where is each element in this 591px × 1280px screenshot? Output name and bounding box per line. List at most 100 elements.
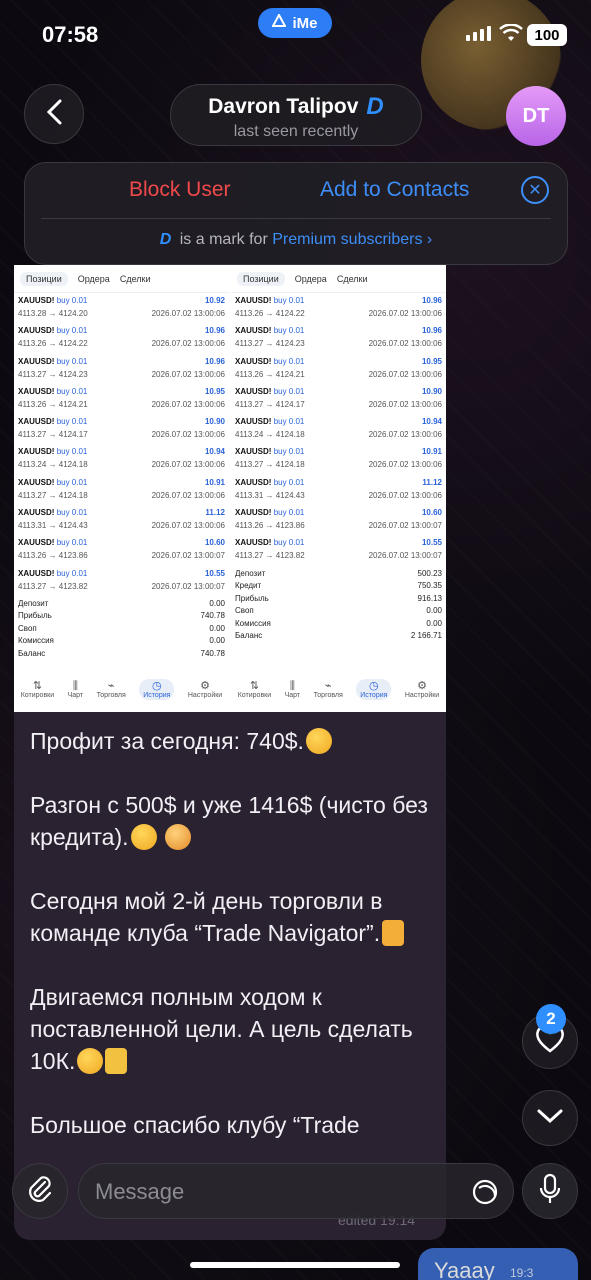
trade-prices: 4113.27 → 4124.23 [235,339,305,349]
chat-title[interactable]: Davron Talipov D last seen recently [170,84,422,146]
back-button[interactable] [24,84,84,144]
sticker-icon[interactable] [471,1178,499,1206]
nav-glyph-icon: ⫼ [289,679,295,692]
smiling-face-emoji-icon [164,824,191,850]
trade-symbol: XAUUSD! [18,356,55,366]
trade-history-screenshot-2[interactable]: Позиции Ордера Сделки XAUUSD! buy 0.01 10.96… [231,265,446,712]
nav-glyph-icon: ◷ [369,679,379,692]
trade-profit: 10.55 [421,538,442,548]
trade-history-screenshot-1[interactable]: Позиции Ордера Сделки XAUUSD! buy 0.01 10.92… [14,265,229,712]
trade-symbol: XAUUSD! [235,447,272,457]
nav-glyph-icon: ◷ [152,679,162,692]
screenshot-bottom-nav: ⇅ Котировки ⫼ Чарт ⌁ Торговля ◷ История ⚙ Настрой… [14,674,229,704]
trade-profit: 10.96 [204,356,225,366]
trade-date: 2026.07.02 13:00:07 [368,551,442,561]
trade-prices: 4113.26 → 4124.22 [18,339,88,349]
trade-row: XAUUSD! buy 0.01 10.91 4113.27 → 4124.18 20… [231,444,446,474]
status-bar: 07:58 iMe 100 [0,0,591,70]
last-seen-status: last seen recently [233,123,359,140]
photo-album[interactable]: Позиции Ордера Сделки XAUUSD! buy 0.01 10.92… [14,265,446,712]
contact-name: Davron Talipov [208,95,359,118]
flexed-biceps-emoji-icon [382,920,405,946]
trade-row: XAUUSD! buy 0.01 10.90 4113.27 → 4124.17 20… [14,414,229,444]
trade-profit: 10.92 [204,296,225,305]
ime-pill[interactable]: iMe [258,8,332,38]
sweat-smile-emoji-icon [130,824,157,850]
trade-row: XAUUSD! buy 0.01 10.94 4113.24 → 4124.18 20… [14,444,229,474]
trade-row: XAUUSD! buy 0.01 11.12 4113.31 → 4124.43 20… [14,505,229,535]
trade-profit: 10.90 [421,386,442,396]
premium-subscribers-link[interactable]: Premium subscribers › [272,231,432,248]
trade-prices: 4113.27 → 4124.18 [18,490,88,500]
message-bubble[interactable]: Позиции Ордера Сделки XAUUSD! buy 0.01 10.92… [14,265,446,1240]
trade-row: XAUUSD! buy 0.01 10.96 4113.26 → 4124.22 20… [231,293,446,323]
trade-date: 2026.07.02 13:00:06 [151,521,225,531]
trade-symbol: XAUUSD! [235,508,272,518]
close-icon[interactable]: ✕ [521,176,549,204]
trade-profit: 10.96 [421,326,442,336]
trade-date: 2026.07.02 13:00:06 [368,399,442,409]
screenshot-tab: Сделки [119,273,151,284]
summary-value: 0.00 [209,636,225,646]
trade-date: 2026.07.02 13:00:06 [151,460,225,470]
trade-symbol: XAUUSD! [18,568,55,578]
message-text: Профит за сегодня: 740$. Разгон с 500$ и… [30,725,430,1173]
trade-prices: 4113.24 → 4124.18 [18,460,88,470]
add-to-contacts-button[interactable]: Add to Contacts [320,178,469,202]
trade-prices: 4113.26 → 4124.21 [18,399,88,409]
trade-symbol: XAUUSD! [235,356,272,366]
message-input[interactable] [95,1164,455,1220]
screenshot-nav-label: История [360,691,388,699]
premium-note[interactable]: D is a mark for Premium subscribers › [25,231,567,249]
trade-symbol: XAUUSD! [18,296,55,305]
screenshot-tab: Позиции [20,271,68,286]
summary-value: 750.35 [417,581,442,591]
screenshot-nav-label: Торговля [313,691,343,699]
scroll-down-button[interactable] [522,1090,578,1146]
screenshot-nav-label: Чарт [67,691,84,699]
trade-symbol: XAUUSD! [18,326,55,336]
screenshot-tabs: Позиции Ордера Сделки [14,265,229,293]
nav-glyph-icon: ⌁ [107,679,115,692]
trade-profit: 10.94 [421,417,442,427]
trade-side: buy 0.01 [56,477,88,487]
screenshot-nav-label: История [143,691,171,699]
message-composer[interactable] [78,1163,514,1220]
summary-label: Своп [235,606,254,616]
screenshot-tab: Ордера [77,273,110,284]
trade-row: XAUUSD! buy 0.01 10.60 4113.26 → 4123.86 20… [231,505,446,535]
trade-side: buy 0.01 [56,386,88,396]
trade-prices: 4113.27 → 4123.82 [235,551,305,561]
message-paragraph: Большое спасибо клубу “Trade [30,1112,360,1138]
trade-row: XAUUSD! buy 0.01 10.60 4113.26 → 4123.86 20… [14,535,229,565]
block-user-button[interactable]: Block User [129,178,231,202]
avatar[interactable]: DT [506,86,566,146]
screenshot-nav-label: Чарт [284,691,301,699]
outgoing-message-time: 19:3 [510,1266,534,1280]
attach-button[interactable] [12,1163,68,1219]
trade-date: 2026.07.02 13:00:06 [151,430,225,440]
trade-side: buy 0.01 [273,356,305,366]
summary-label: Комиссия [235,618,271,628]
summary-label: Комиссия [18,636,54,646]
summary-label: Кредит [235,581,262,591]
screenshot-nav-label: Настройки [404,691,440,699]
trade-prices: 4113.31 → 4124.43 [235,490,305,500]
trade-symbol: XAUUSD! [18,538,55,548]
voice-record-button[interactable] [522,1163,578,1219]
trade-prices: 4113.27 → 4124.17 [235,399,305,409]
nav-glyph-icon: ⚙ [417,679,427,692]
account-summary: Депозит 0.00 Прибыль 740.78 Своп 0.00 Комиссия… [14,596,229,663]
summary-value: 740.78 [200,611,225,621]
contact-action-panel: Block User Add to Contacts ✕ D is a mark… [24,162,568,265]
trade-side: buy 0.01 [56,538,88,548]
summary-value: 0.00 [209,598,225,608]
premium-badge-icon: D [159,231,172,248]
trade-symbol: XAUUSD! [18,417,55,427]
divider [41,218,551,219]
outgoing-message[interactable]: Yaaay 19:3 [418,1248,578,1280]
screenshot-tabs: Позиции Ордера Сделки [231,265,446,293]
trade-symbol: XAUUSD! [18,508,55,518]
cool-face-emoji-icon [305,728,332,754]
screenshot-nav-item: ⫼ Чарт [285,680,301,699]
